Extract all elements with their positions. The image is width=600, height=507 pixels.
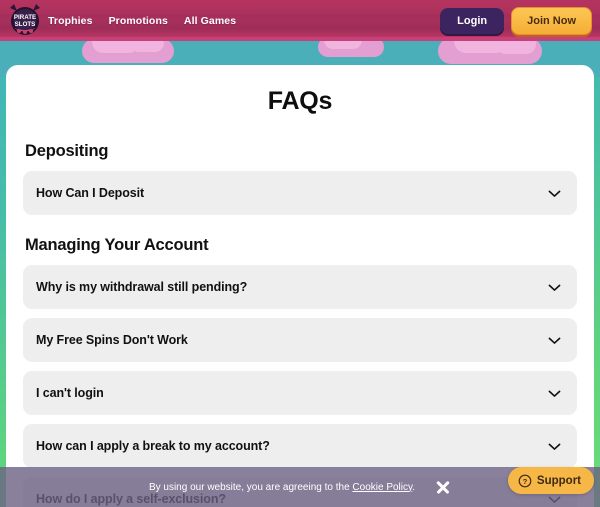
cookie-policy-link[interactable]: Cookie Policy xyxy=(352,482,412,493)
svg-text:?: ? xyxy=(523,476,528,485)
main-navigation: Trophies Promotions All Games xyxy=(48,0,236,41)
faq-accordion-item[interactable]: How Can I Deposit xyxy=(23,171,577,215)
site-header: PIRATE SLOTS Trophies Promotions All Gam… xyxy=(0,0,600,41)
faq-question-label: My Free Spins Don't Work xyxy=(36,333,188,347)
cloud-shape xyxy=(82,41,174,63)
section-heading-depositing: Depositing xyxy=(25,142,109,160)
cookie-consent-text: By using our website, you are agreeing t… xyxy=(149,482,415,493)
support-label: Support xyxy=(536,474,581,487)
chevron-down-icon[interactable] xyxy=(546,279,563,296)
cloud-shape xyxy=(438,41,542,64)
join-now-button[interactable]: Join Now xyxy=(511,6,592,35)
chevron-down-icon[interactable] xyxy=(546,185,563,202)
cookie-text-after: . xyxy=(412,481,416,493)
chevron-down-icon[interactable] xyxy=(546,332,563,349)
faq-question-label: Why is my withdrawal still pending? xyxy=(36,280,248,294)
faq-accordion-item[interactable]: My Free Spins Don't Work xyxy=(23,318,577,362)
page-title: FAQs xyxy=(267,87,333,115)
nav-item-trophies[interactable]: Trophies xyxy=(48,15,93,27)
svg-text:PIRATE: PIRATE xyxy=(14,14,36,21)
faq-question-label: I can't login xyxy=(36,386,104,400)
question-mark-circle-icon: ? xyxy=(518,474,532,487)
close-icon[interactable] xyxy=(435,479,451,495)
faq-accordion-item[interactable]: Why is my withdrawal still pending? xyxy=(23,265,577,309)
cookie-text-before: By using our website, you are agreeing t… xyxy=(148,481,353,493)
login-button[interactable]: Login xyxy=(440,7,505,34)
nav-item-promotions[interactable]: Promotions xyxy=(109,15,168,27)
faq-question-label: How can I apply a break to my account? xyxy=(36,439,270,453)
faq-accordion-item[interactable]: How can I apply a break to my account? xyxy=(23,424,577,468)
chevron-down-icon[interactable] xyxy=(546,438,563,455)
chevron-down-icon[interactable] xyxy=(546,385,563,402)
cloud-shape xyxy=(318,41,384,57)
pirate-slots-logo[interactable]: PIRATE SLOTS xyxy=(6,2,44,38)
support-button[interactable]: ? Support xyxy=(507,467,594,494)
section-heading-managing-your-account: Managing Your Account xyxy=(25,236,209,254)
faq-card: FAQs Depositing How Can I Deposit Managi… xyxy=(6,65,594,507)
svg-text:SLOTS: SLOTS xyxy=(15,21,36,28)
faq-question-label: How Can I Deposit xyxy=(36,186,145,200)
header-actions: Login Join Now xyxy=(440,0,592,41)
nav-item-all-games[interactable]: All Games xyxy=(184,15,236,27)
faq-accordion-item[interactable]: I can't login xyxy=(23,371,577,415)
